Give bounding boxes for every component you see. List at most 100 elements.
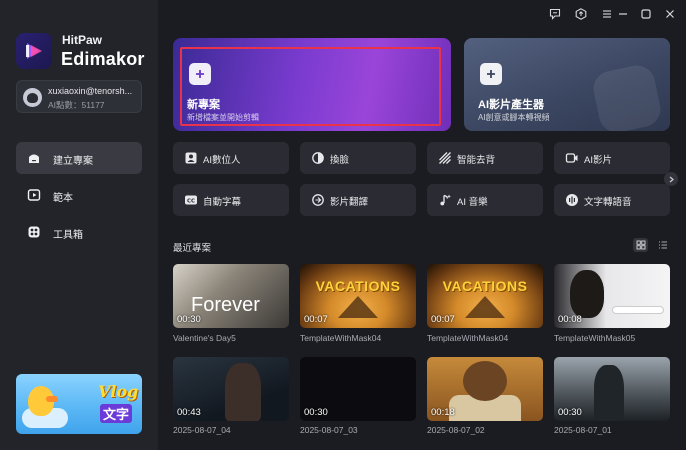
feature-face-swap[interactable]: 換臉 bbox=[300, 142, 416, 174]
project-thumbnail[interactable]: VACATIONS 00:07 bbox=[300, 264, 416, 328]
feature-background-remove[interactable]: 智能去背 bbox=[427, 142, 543, 174]
home-icon bbox=[29, 154, 39, 163]
feature-ai-video[interactable]: AI影片 bbox=[554, 142, 670, 174]
brand-name-small: HitPaw bbox=[62, 33, 103, 47]
close-button[interactable] bbox=[662, 6, 678, 22]
background-remove-icon bbox=[439, 152, 451, 164]
promo-subtitle: 文字 bbox=[100, 404, 133, 423]
project-name: 2025-08-07_01 bbox=[554, 425, 612, 435]
project-thumbnail[interactable]: 00:18 bbox=[427, 357, 543, 421]
project-thumbnail[interactable]: VACATIONS 00:07 bbox=[427, 264, 543, 328]
feature-label: AI影片 bbox=[584, 155, 612, 166]
feature-video-translate[interactable]: 影片翻譯 bbox=[300, 184, 416, 216]
user-email: xuxiaoxin@tenorsh... bbox=[48, 86, 133, 96]
project-name: 2025-08-07_02 bbox=[427, 425, 485, 435]
thumbnail-overlay-text: VACATIONS bbox=[315, 278, 401, 294]
project-duration: 00:30 bbox=[304, 407, 328, 418]
feature-ai-music[interactable]: AI 音樂 bbox=[427, 184, 543, 216]
feature-ai-avatar[interactable]: AI數位人 bbox=[173, 142, 289, 174]
sidebar-item-create-project[interactable]: 建立專案 bbox=[16, 142, 142, 174]
feature-auto-caption[interactable]: CC 自動字幕 bbox=[173, 184, 289, 216]
new-project-card[interactable]: 新專案 新增檔案並開始剪輯 bbox=[173, 38, 451, 131]
sidebar: HitPaw Edimakor xuxiaoxin@tenorsh... AI點… bbox=[0, 0, 158, 450]
project-duration: 00:07 bbox=[304, 314, 328, 325]
ai-video-icon bbox=[565, 153, 578, 163]
sidebar-item-label: 工具箱 bbox=[53, 230, 83, 241]
music-note-icon bbox=[440, 194, 451, 206]
maximize-button[interactable] bbox=[638, 6, 654, 22]
recent-projects-title: 最近專案 bbox=[173, 243, 212, 254]
user-account-card[interactable]: xuxiaoxin@tenorsh... AI點數：51177 bbox=[16, 80, 142, 113]
toolbox-icon bbox=[28, 226, 40, 238]
list-icon bbox=[658, 241, 667, 249]
list-view-toggle[interactable] bbox=[655, 238, 670, 252]
portrait-shape bbox=[570, 270, 604, 318]
project-thumbnail[interactable]: Forever 00:30 bbox=[173, 264, 289, 328]
minimize-button[interactable] bbox=[615, 6, 631, 22]
ai-video-generator-card[interactable]: AI影片產生器 AI創意或腳本轉視頻 bbox=[464, 38, 670, 131]
feature-label: 換臉 bbox=[330, 155, 350, 166]
thumbnail-overlay-text: Forever bbox=[191, 294, 260, 316]
translate-icon bbox=[312, 194, 324, 206]
minimize-icon bbox=[619, 13, 627, 15]
grid-view-toggle[interactable] bbox=[633, 238, 648, 252]
feedback-button[interactable] bbox=[547, 6, 563, 22]
pyramid-shape bbox=[465, 296, 505, 318]
close-icon bbox=[666, 10, 674, 18]
brand-name: Edimakor bbox=[61, 49, 145, 69]
feature-label: 影片翻譯 bbox=[330, 197, 369, 208]
upload-hexagon-icon bbox=[575, 8, 587, 20]
pyramid-shape bbox=[338, 296, 378, 318]
sidebar-item-label: 建立專案 bbox=[53, 156, 93, 167]
project-duration: 00:30 bbox=[177, 314, 201, 325]
grid-icon bbox=[636, 240, 645, 250]
feature-label: AI數位人 bbox=[203, 155, 241, 166]
logo-icon bbox=[26, 43, 42, 59]
chat-bubble-icon bbox=[549, 8, 561, 20]
maximize-icon bbox=[641, 9, 651, 19]
project-thumbnail[interactable]: 00:30 bbox=[554, 357, 670, 421]
ai-points: AI點數：51177 bbox=[48, 100, 105, 110]
ai-generator-subtitle: AI創意或腳本轉視頻 bbox=[478, 113, 550, 122]
project-name: TemplateWithMask04 bbox=[300, 333, 382, 343]
project-duration: 00:30 bbox=[558, 407, 582, 418]
sidebar-item-label: 範本 bbox=[53, 193, 73, 204]
menu-button[interactable] bbox=[599, 6, 615, 22]
svg-text:CC: CC bbox=[187, 199, 195, 205]
project-duration: 00:18 bbox=[431, 407, 455, 418]
project-thumbnail[interactable]: 00:08 bbox=[554, 264, 670, 328]
thumbnail-overlay-text: VACATIONS bbox=[442, 278, 528, 294]
text-to-speech-icon bbox=[566, 194, 578, 206]
project-thumbnail[interactable]: 00:43 bbox=[173, 357, 289, 421]
feature-label: AI 音樂 bbox=[457, 197, 488, 208]
face-swap-icon bbox=[312, 152, 324, 164]
scroll-right-button[interactable] bbox=[664, 172, 678, 186]
project-name: 2025-08-07_03 bbox=[300, 425, 358, 435]
sidebar-item-templates[interactable]: 範本 bbox=[16, 179, 142, 211]
promo-title: Vlog bbox=[98, 382, 139, 401]
sidebar-item-toolbox[interactable]: 工具箱 bbox=[16, 216, 142, 248]
person-shape bbox=[225, 363, 261, 421]
duck-illustration bbox=[28, 386, 58, 416]
person-shape bbox=[594, 365, 624, 421]
feature-label: 智能去背 bbox=[457, 155, 496, 166]
play-deco-shape bbox=[590, 62, 664, 131]
project-duration: 00:08 bbox=[558, 314, 582, 325]
project-duration: 00:07 bbox=[431, 314, 455, 325]
project-name: 2025-08-07_04 bbox=[173, 425, 231, 435]
avatar-person-icon bbox=[185, 152, 197, 164]
promo-banner[interactable]: Vlog 文字 bbox=[16, 374, 142, 434]
app-logo bbox=[16, 33, 52, 69]
template-icon bbox=[27, 189, 41, 201]
upload-button[interactable] bbox=[573, 6, 589, 22]
project-thumbnail[interactable]: 00:30 bbox=[300, 357, 416, 421]
chevron-right-icon bbox=[669, 176, 674, 182]
ai-generator-title: AI影片產生器 bbox=[478, 99, 544, 111]
feature-text-to-speech[interactable]: 文字轉語音 bbox=[554, 184, 670, 216]
menu-icon bbox=[603, 10, 611, 18]
feature-label: 文字轉語音 bbox=[584, 197, 632, 208]
project-name: Valentine's Day5 bbox=[173, 333, 236, 343]
project-duration: 00:43 bbox=[177, 407, 201, 418]
plus-icon bbox=[480, 63, 502, 85]
caption-icon: CC bbox=[185, 195, 197, 205]
